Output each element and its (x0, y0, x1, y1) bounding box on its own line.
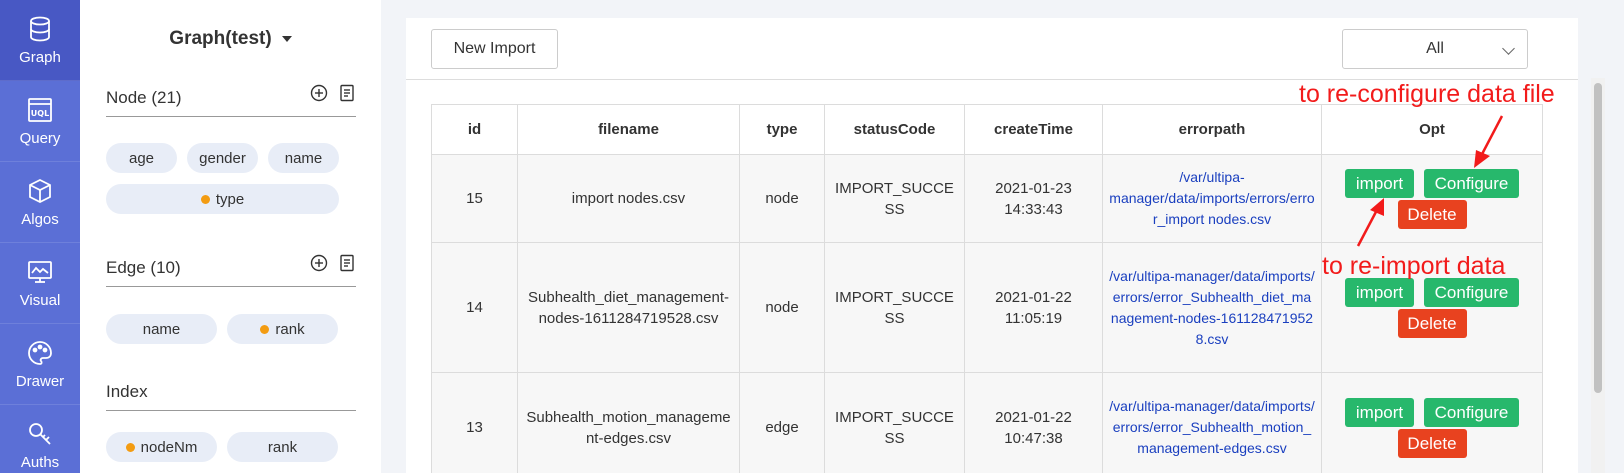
import-table: id filename type statusCode createTime e… (431, 104, 1543, 473)
database-icon (30, 16, 50, 41)
status-filter-select[interactable]: All (1342, 29, 1528, 69)
col-header-opt: Opt (1321, 104, 1543, 155)
node-prop-chip[interactable]: type (106, 184, 339, 214)
cell-id: 15 (431, 154, 518, 243)
monitor-icon (28, 260, 52, 283)
graph-selector[interactable]: Graph(test) (80, 28, 381, 50)
nav-label: Drawer (15, 372, 65, 390)
col-header-errorpath: errorpath (1102, 104, 1322, 155)
nav-item-graph[interactable]: Graph (0, 0, 80, 81)
edge-section-title: Edge (10) (106, 258, 181, 277)
index-section-title: Index (106, 382, 148, 401)
index-chip[interactable]: rank (227, 432, 338, 462)
svg-text:UQL: UQL (31, 109, 49, 118)
col-header-filename: filename (517, 104, 740, 155)
graph-name: Graph(test) (169, 28, 272, 49)
caret-down-icon (281, 35, 292, 42)
cube-icon (29, 178, 51, 203)
table-header-row: id filename type statusCode createTime e… (431, 104, 1543, 155)
edge-prop-chip[interactable]: rank (227, 314, 338, 344)
cell-filename: Subhealth_diet_management-nodes-16112847… (517, 242, 740, 373)
edge-section-header: Edge (10) (106, 254, 356, 287)
index-chip[interactable]: nodeNm (106, 432, 217, 462)
cell-status: IMPORT_SUCCESS (824, 372, 965, 473)
import-button[interactable]: import (1345, 277, 1414, 307)
document-icon[interactable] (338, 254, 356, 272)
nav-label: Algos (21, 210, 59, 228)
nav-item-query[interactable]: UQL Query (0, 81, 80, 162)
configure-button[interactable]: Configure (1424, 397, 1519, 427)
edge-prop-chip[interactable]: name (106, 314, 217, 344)
import-annotation: to re-import data (1322, 252, 1506, 280)
col-header-createtime: createTime (964, 104, 1103, 155)
node-section-title: Node (21) (106, 88, 182, 107)
cell-errorpath-link[interactable]: /var/ultipa-manager/data/imports/errors/… (1102, 372, 1322, 473)
cell-type: edge (739, 372, 825, 473)
node-prop-chip[interactable]: name (268, 143, 339, 173)
table-row: 13 Subhealth_motion_management-edges.csv… (431, 372, 1543, 473)
table-row: 15 import nodes.csv node IMPORT_SUCCESS … (431, 154, 1543, 243)
nav-item-algos[interactable]: Algos (0, 162, 80, 243)
col-header-status: statusCode (824, 104, 965, 155)
cell-createtime: 2021-01-23 14:33:43 (964, 154, 1103, 243)
node-prop-chip[interactable]: age (106, 143, 177, 173)
node-prop-chip[interactable]: gender (187, 143, 258, 173)
cell-id: 14 (431, 242, 518, 373)
col-header-id: id (431, 104, 518, 155)
cell-type: node (739, 242, 825, 373)
index-section-header: Index (106, 382, 356, 411)
configure-button[interactable]: Configure (1424, 168, 1519, 198)
toolbar: New Import All (406, 18, 1578, 80)
uql-icon: UQL (28, 97, 52, 122)
cell-errorpath-link[interactable]: /var/ultipa-manager/data/imports/errors/… (1102, 154, 1322, 243)
configure-annotation: to re-configure data file (1299, 80, 1555, 108)
nav-label: Auths (20, 453, 60, 471)
indexed-dot (200, 194, 210, 204)
schema-panel: Graph(test) Node (21) age gender name ty… (80, 0, 381, 473)
palette-icon (28, 340, 52, 365)
cell-errorpath-link[interactable]: /var/ultipa-manager/data/imports/errors/… (1102, 242, 1322, 373)
nav-label: Graph (19, 48, 61, 66)
new-import-button[interactable]: New Import (431, 29, 558, 69)
add-icon[interactable] (310, 254, 328, 272)
nav-label: Query (19, 129, 61, 147)
cell-createtime: 2021-01-22 10:47:38 (964, 372, 1103, 473)
delete-button[interactable]: Delete (1397, 428, 1467, 458)
cell-filename: Subhealth_motion_management-edges.csv (517, 372, 740, 473)
cell-status: IMPORT_SUCCESS (824, 242, 965, 373)
chevron-down-icon (1502, 42, 1515, 55)
main-nav: Graph UQL Query Algos Visual Drawer Auth… (0, 0, 80, 473)
key-icon (29, 422, 51, 445)
col-header-type: type (739, 104, 825, 155)
cell-filename: import nodes.csv (517, 154, 740, 243)
indexed-dot (125, 442, 135, 452)
nav-item-auths[interactable]: Auths (0, 405, 80, 473)
import-button[interactable]: import (1345, 397, 1414, 427)
nav-item-visual[interactable]: Visual (0, 243, 80, 324)
cell-opt: import Configure Delete (1321, 372, 1543, 473)
nav-item-drawer[interactable]: Drawer (0, 324, 80, 405)
cell-id: 13 (431, 372, 518, 473)
scrollbar-thumb[interactable] (1594, 83, 1602, 393)
indexed-dot (260, 324, 270, 334)
delete-button[interactable]: Delete (1397, 199, 1467, 229)
nav-label: Visual (19, 291, 61, 309)
vertical-scrollbar[interactable] (1591, 78, 1605, 473)
import-button[interactable]: import (1345, 168, 1414, 198)
document-icon[interactable] (338, 84, 356, 102)
node-section-header: Node (21) (106, 84, 356, 117)
add-icon[interactable] (310, 84, 328, 102)
cell-status: IMPORT_SUCCESS (824, 154, 965, 243)
cell-type: node (739, 154, 825, 243)
cell-createtime: 2021-01-22 11:05:19 (964, 242, 1103, 373)
configure-button[interactable]: Configure (1424, 277, 1519, 307)
cell-opt: import Configure Delete (1321, 154, 1543, 243)
delete-button[interactable]: Delete (1397, 308, 1467, 338)
